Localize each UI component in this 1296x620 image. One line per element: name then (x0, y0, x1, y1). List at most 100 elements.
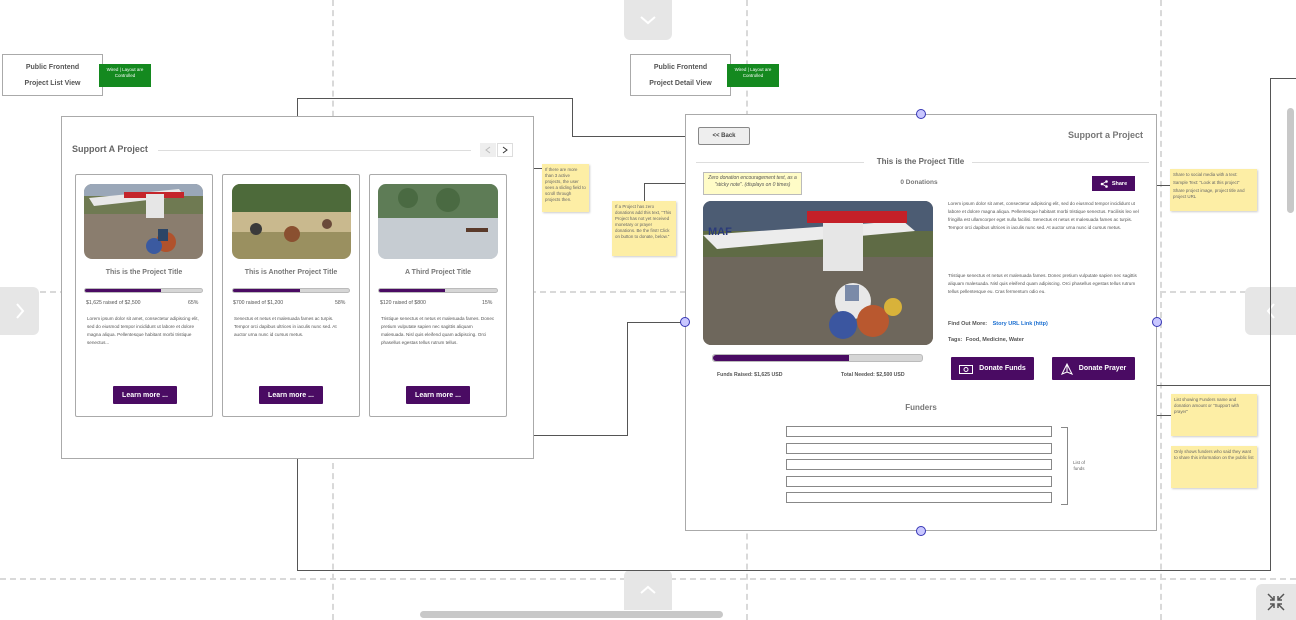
connector (297, 570, 1270, 571)
slider-next-button[interactable] (497, 143, 513, 157)
raised-text: $1,625 raised of $2,500 (86, 300, 141, 306)
divider (972, 162, 1149, 163)
label-line: Public Frontend (653, 63, 708, 71)
label-line: Public Frontend (25, 63, 80, 71)
find-out-more: Find Out More: Story URL Link (http) (948, 321, 1048, 327)
landscape-photo-icon (232, 184, 351, 259)
progress-bar (378, 288, 498, 293)
funder-row (786, 459, 1052, 470)
sticky-note: List showing Funders name and donation a… (1171, 394, 1257, 436)
pan-left-button[interactable] (0, 287, 39, 335)
percent-text: 58% (335, 300, 346, 306)
airplane-photo-icon: MAF (703, 201, 933, 345)
progress-bar (232, 288, 350, 293)
donate-funds-button[interactable]: Donate Funds (951, 357, 1034, 380)
percent-text: 65% (188, 300, 199, 306)
airplane-photo-icon (84, 184, 203, 259)
guide-line (1160, 0, 1162, 620)
percent-text: 15% (482, 300, 493, 306)
funder-row (786, 492, 1052, 503)
learn-more-button[interactable]: Learn more ... (113, 386, 177, 404)
card-description: Tristique senectus et netus et malesuada… (381, 316, 495, 345)
tags-label: Tags: (948, 337, 963, 343)
pan-up-button[interactable] (624, 0, 672, 40)
story-link[interactable]: Story URL Link (http) (993, 321, 1048, 327)
connector (1270, 78, 1296, 79)
back-button[interactable]: << Back (698, 127, 750, 145)
funds-raised: Funds Raised: $1,625 USD (717, 372, 783, 378)
svg-text:MAF: MAF (708, 226, 732, 238)
funders-heading: Funders (905, 403, 937, 412)
progress-fill (713, 355, 849, 361)
project-image: MAF (703, 201, 933, 345)
card-title: This is Another Project Title (244, 269, 338, 276)
list-view-label: Public Frontend Project List View (2, 54, 103, 96)
vertical-scrollbar[interactable] (1287, 108, 1294, 213)
donations-count: 0 Donations (900, 179, 938, 186)
connector (1270, 78, 1271, 571)
label-line: Project List View (24, 79, 81, 87)
detail-view-label: Public Frontend Project Detail View (630, 54, 731, 96)
connector (644, 183, 645, 202)
list-label: List of funds (1072, 460, 1085, 471)
resize-handle[interactable] (916, 109, 926, 119)
horizontal-scrollbar[interactable] (420, 611, 723, 618)
slider-prev-button[interactable] (480, 143, 496, 157)
status-tag: Wired | Layout are Controlled (727, 64, 779, 87)
progress-fill (233, 289, 301, 292)
raised-text: $120 raised of $800 (380, 300, 426, 306)
progress-fill (379, 289, 446, 292)
chevron-right-icon (502, 146, 508, 154)
sticky-note: Only shows funders who said they want to… (1171, 446, 1257, 488)
divider (158, 150, 471, 151)
sticky-note: Share to social media with a text: Sampl… (1170, 169, 1257, 211)
find-out-label: Find Out More: (948, 321, 988, 327)
learn-more-button[interactable]: Learn more ... (259, 386, 323, 404)
tags: Tags: Food, Medicine, Water (948, 337, 1024, 343)
card-description: Lorem ipsum dolor sit amet, consectetur … (87, 316, 199, 345)
resize-handle[interactable] (916, 526, 926, 536)
tags-value: Food, Medicine, Water (965, 337, 1024, 343)
note-line: Sample Text: "Look at this project" (1173, 180, 1240, 185)
card-title: A Third Project Title (404, 269, 472, 276)
sticky-note: If there are more than 3 active projects… (542, 164, 589, 212)
connector (572, 98, 573, 136)
river-photo-icon (378, 184, 498, 259)
page-title: Support a Project (1067, 130, 1143, 140)
funder-row (786, 443, 1052, 454)
card-description: Senectus et netus et malesuada fames ac … (234, 316, 337, 337)
share-icon (1100, 179, 1108, 188)
connector (572, 136, 698, 137)
funding-progress-bar (712, 354, 923, 362)
pan-down-button[interactable] (624, 570, 672, 610)
note-line: Share project image, project title and p… (1173, 188, 1245, 199)
project-description: Tristique senectus et netus et malesuada… (948, 273, 1137, 294)
chevron-up-icon (640, 585, 656, 594)
connector (627, 322, 628, 435)
donate-funds-label: Donate Funds (979, 365, 1026, 372)
connector (627, 322, 685, 323)
resize-handle[interactable] (680, 317, 690, 327)
share-button[interactable]: Share (1092, 176, 1135, 191)
connector (297, 98, 298, 116)
resize-handle[interactable] (1152, 317, 1162, 327)
list-bracket (1061, 427, 1068, 505)
raised-text: $700 raised of $1,200 (233, 300, 284, 306)
total-needed: Total Needed: $2,500 USD (841, 372, 905, 378)
learn-more-button[interactable]: Learn more ... (406, 386, 470, 404)
donate-prayer-button[interactable]: Donate Prayer (1052, 357, 1135, 380)
share-label: Share (1111, 180, 1128, 187)
collapse-button[interactable] (1256, 584, 1296, 620)
funder-row (786, 476, 1052, 487)
page-title: Support A Project (72, 144, 148, 154)
project-description: Lorem ipsum dolor sit amet, consectetur … (948, 201, 1139, 230)
progress-fill (85, 289, 162, 292)
money-icon (959, 364, 974, 374)
card-title: This is the Project Title (105, 269, 183, 276)
funder-row (786, 426, 1052, 437)
chevron-down-icon (640, 16, 656, 25)
connector (297, 459, 298, 571)
progress-bar (84, 288, 203, 293)
label-line: Project Detail View (649, 79, 712, 87)
project-image (378, 184, 498, 259)
